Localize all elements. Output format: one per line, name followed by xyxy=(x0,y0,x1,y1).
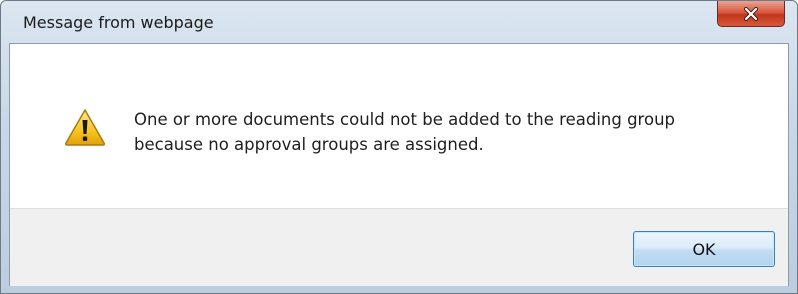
close-button[interactable] xyxy=(717,1,785,27)
message-dialog: Message from webpage One or more documen… xyxy=(0,0,798,294)
button-bar: OK xyxy=(10,208,788,286)
dialog-title: Message from webpage xyxy=(23,13,214,32)
dialog-body: One or more documents could not be added… xyxy=(9,43,789,286)
title-bar[interactable]: Message from webpage xyxy=(1,1,797,43)
ok-button[interactable]: OK xyxy=(633,231,775,267)
message-text: One or more documents could not be added… xyxy=(134,110,676,154)
message-area: One or more documents could not be added… xyxy=(10,44,788,208)
warning-icon xyxy=(64,108,106,146)
close-icon xyxy=(743,6,759,21)
